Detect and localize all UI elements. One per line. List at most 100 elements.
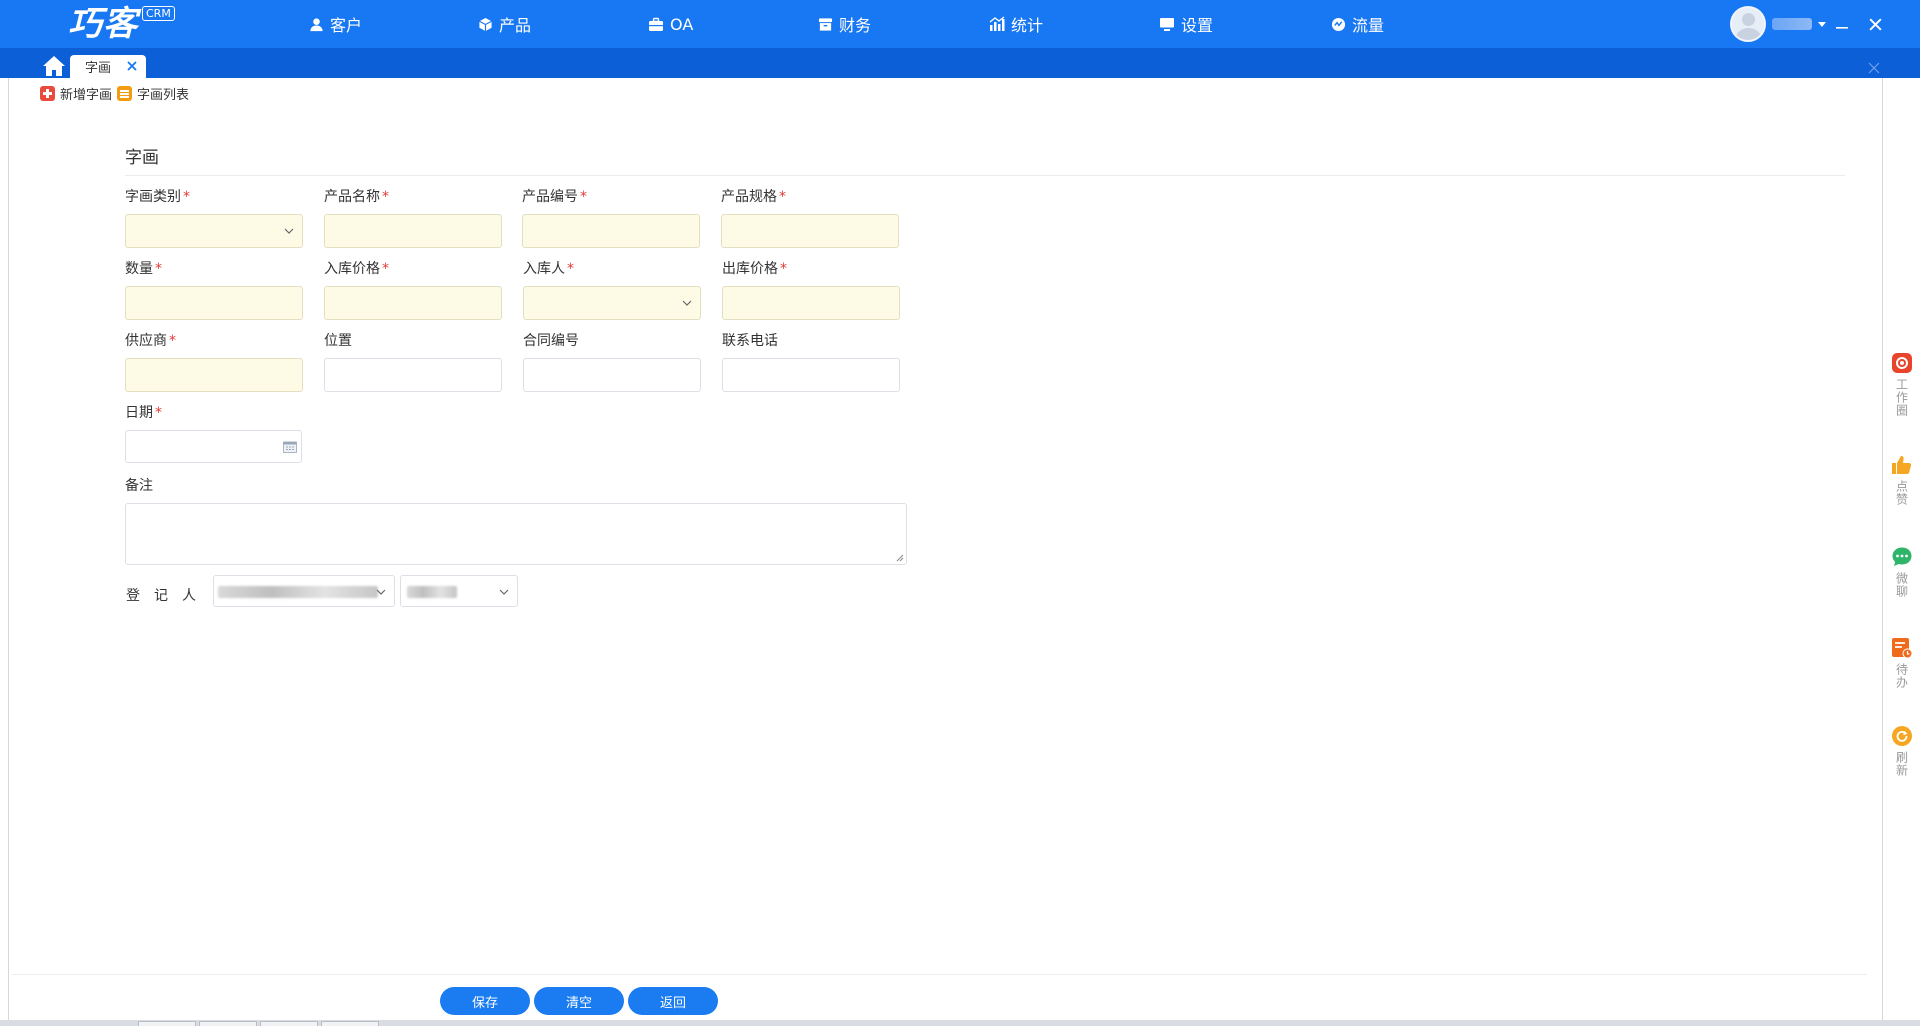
bottom-divider <box>12 974 1867 975</box>
sidebar-item-todo[interactable]: 待办 <box>1883 637 1920 689</box>
resize-handle-icon[interactable] <box>896 554 904 562</box>
form-section-title: 字画 <box>125 148 159 168</box>
list-icon <box>117 85 133 101</box>
close-window-button[interactable] <box>1863 12 1887 36</box>
home-icon[interactable] <box>42 55 66 77</box>
top-nav-bar: 巧客 CRM 客户 产品 OA 财务 统计 设置 流量 <box>0 0 1920 48</box>
tab-bar <box>0 48 1920 78</box>
tab-calligraphy[interactable]: 字画 <box>70 55 146 78</box>
calligraphy-list-button[interactable]: 字画列表 <box>117 84 189 103</box>
product-code-input[interactable] <box>522 214 700 248</box>
bar-chart-icon <box>989 16 1005 31</box>
out-price-label: 出库价格 * <box>722 261 787 277</box>
supplier-label: 供应商 * <box>125 333 176 349</box>
camera-icon <box>1891 353 1912 373</box>
page-toolbar: 新增字画 字画列表 <box>40 84 194 103</box>
product-spec-label: 产品规格 * <box>721 189 786 205</box>
in-price-input[interactable] <box>324 286 502 320</box>
add-calligraphy-label: 新增字画 <box>60 87 113 103</box>
nav-item-products[interactable]: 产品 <box>478 0 531 48</box>
chevron-down-icon <box>284 228 294 234</box>
phone-input[interactable] <box>722 358 900 392</box>
nav-item-oa[interactable]: OA <box>648 0 693 48</box>
gauge-icon <box>1331 17 1346 31</box>
save-button[interactable]: 保存 <box>440 987 530 1015</box>
sidebar-item-label: 刷新 <box>1894 751 1909 777</box>
sidebar-item-like[interactable]: 点赞 <box>1883 454 1920 506</box>
close-icon <box>1868 17 1882 31</box>
in-person-label: 入库人 * <box>523 261 574 277</box>
location-label: 位置 <box>324 333 352 349</box>
taskbar-tab[interactable] <box>199 1021 257 1026</box>
redacted-value <box>218 586 378 598</box>
sidebar-item-label: 工作圈 <box>1894 378 1909 417</box>
product-name-input[interactable] <box>324 214 502 248</box>
nav-item-label: 产品 <box>499 16 532 35</box>
sidebar-item-label: 微聊 <box>1894 572 1909 598</box>
app-logo[interactable]: 巧客 CRM <box>68 2 175 46</box>
user-menu[interactable] <box>1730 6 1826 42</box>
quantity-input[interactable] <box>125 286 303 320</box>
tab-label: 字画 <box>85 61 112 76</box>
phone-label: 联系电话 <box>722 333 778 349</box>
right-quick-bar: 工作圈 点赞 微聊 待办 刷新 <box>1883 78 1920 1026</box>
taskbar-tab[interactable] <box>138 1021 196 1026</box>
chat-icon <box>1892 547 1911 566</box>
add-calligraphy-button[interactable]: 新增字画 <box>40 84 112 103</box>
in-person-select[interactable] <box>523 286 701 320</box>
registrar-department-select[interactable] <box>213 575 395 607</box>
out-price-input[interactable] <box>722 286 900 320</box>
date-input[interactable] <box>125 430 302 463</box>
supplier-input[interactable] <box>125 358 303 392</box>
archive-icon <box>818 17 833 31</box>
nav-item-label: 统计 <box>1011 16 1044 35</box>
briefcase-icon <box>649 17 663 31</box>
chevron-down-icon <box>499 589 509 595</box>
remark-label: 备注 <box>125 478 153 494</box>
user-name-redacted <box>1772 18 1812 30</box>
contract-no-label: 合同编号 <box>523 333 579 349</box>
chevron-down-icon <box>1818 21 1826 27</box>
nav-item-settings[interactable]: 设置 <box>1159 0 1213 48</box>
close-all-tabs-icon[interactable] <box>1868 62 1880 74</box>
nav-item-label: OA <box>670 14 694 34</box>
minimize-button[interactable] <box>1830 12 1854 36</box>
calendar-icon[interactable] <box>283 441 297 453</box>
product-spec-input[interactable] <box>721 214 899 248</box>
sidebar-item-work-circle[interactable]: 工作圈 <box>1883 352 1920 417</box>
redacted-value <box>407 586 457 598</box>
chevron-down-icon <box>682 300 692 306</box>
nav-item-statistics[interactable]: 统计 <box>989 0 1043 48</box>
nav-item-label: 客户 <box>330 16 363 35</box>
category-label: 字画类别 * <box>125 189 190 205</box>
product-name-label: 产品名称 * <box>324 189 389 205</box>
thumbs-up-icon <box>1891 456 1911 474</box>
taskbar-tab[interactable] <box>260 1021 318 1026</box>
location-input[interactable] <box>324 358 502 392</box>
category-select[interactable] <box>125 214 303 248</box>
back-button[interactable]: 返回 <box>628 987 718 1015</box>
clear-button[interactable]: 清空 <box>534 987 624 1015</box>
registrar-person-select[interactable] <box>400 575 518 607</box>
sidebar-item-chat[interactable]: 微聊 <box>1883 546 1920 598</box>
nav-item-label: 流量 <box>1352 16 1385 35</box>
nav-item-label: 财务 <box>839 16 872 35</box>
nav-item-finance[interactable]: 财务 <box>818 0 871 48</box>
close-icon[interactable] <box>124 58 140 74</box>
monitor-icon <box>1160 17 1174 31</box>
refresh-icon <box>1891 726 1912 746</box>
todo-icon <box>1891 638 1912 659</box>
user-icon <box>310 17 323 31</box>
cube-icon <box>479 17 492 31</box>
chevron-down-icon <box>376 589 386 595</box>
nav-item-customers[interactable]: 客户 <box>309 0 362 48</box>
date-label: 日期 * <box>125 405 162 421</box>
section-divider <box>125 175 1845 176</box>
remark-textarea[interactable] <box>125 503 907 565</box>
taskbar-tab[interactable] <box>321 1021 379 1026</box>
nav-item-traffic[interactable]: 流量 <box>1331 0 1384 48</box>
sidebar-item-refresh[interactable]: 刷新 <box>1883 725 1920 777</box>
contract-no-input[interactable] <box>523 358 701 392</box>
sidebar-item-label: 待办 <box>1894 663 1909 689</box>
calligraphy-list-label: 字画列表 <box>137 87 190 103</box>
